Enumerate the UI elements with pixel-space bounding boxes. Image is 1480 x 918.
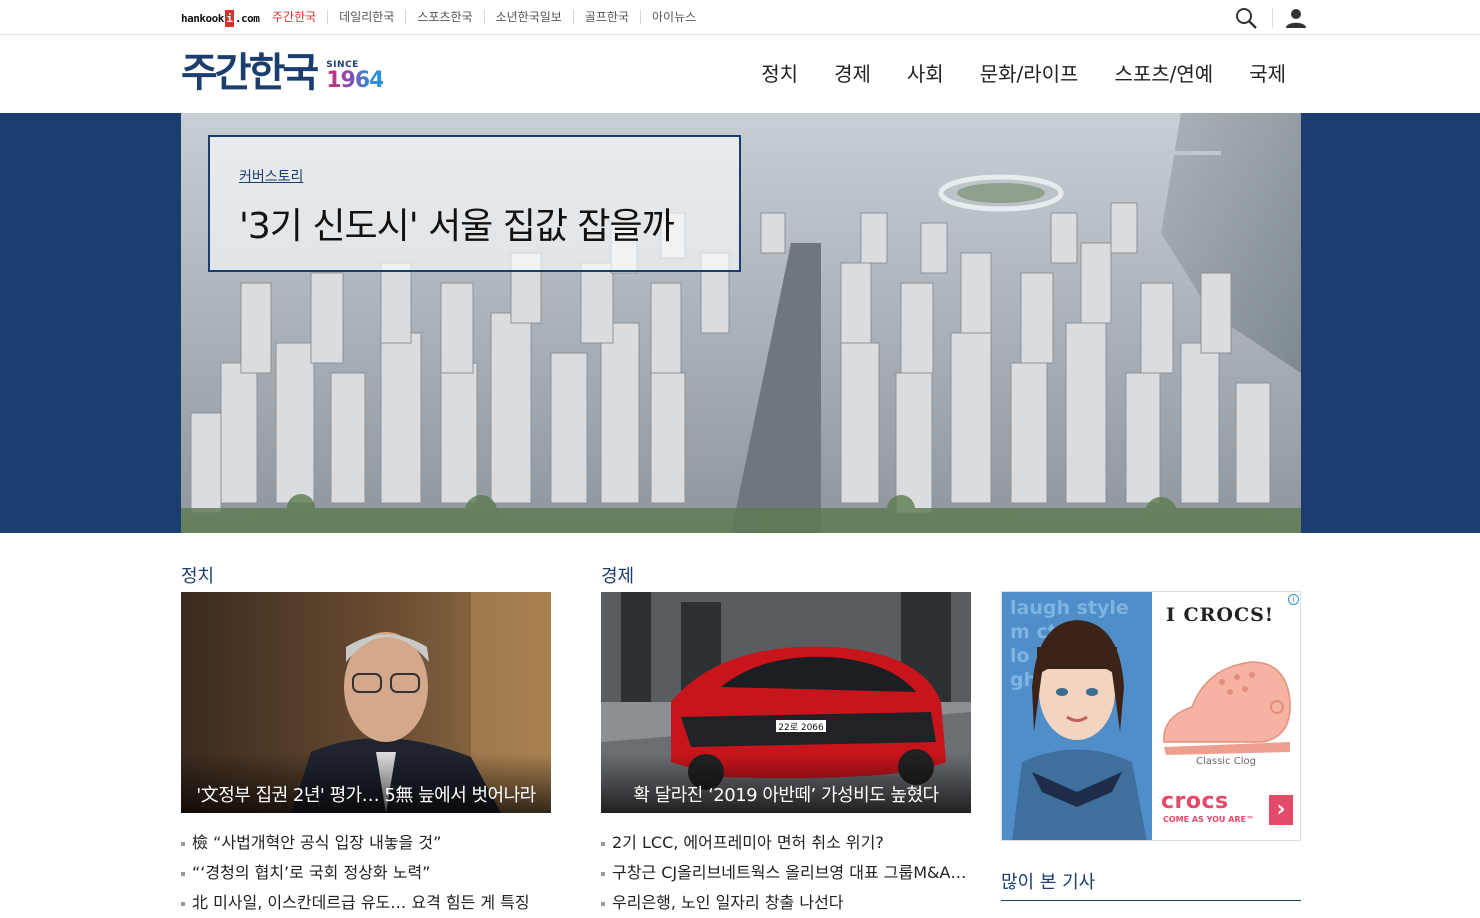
brand-name: 주간한국 (181, 50, 319, 96)
ad-slogan: COME AS YOU ARE™ (1163, 815, 1255, 824)
icon-divider (1272, 8, 1273, 28)
top-icons (1234, 6, 1307, 30)
ad-right-panel: I CROCS! Classic Clog crocs COME AS YOU … (1152, 592, 1300, 840)
hero-banner[interactable]: 커버스토리 '3기 신도시' 서울 집값 잡을까 (0, 113, 1480, 533)
logo-suffix: .com (234, 11, 260, 25)
since-year: 1964 (326, 68, 384, 93)
family-link-daily[interactable]: 데일리한국 (327, 10, 405, 24)
nav-international[interactable]: 국제 (1249, 58, 1286, 87)
main-nav: 정치 경제 사회 문화/라이프 스포츠/연예 국제 (725, 58, 1286, 87)
user-icon[interactable] (1285, 7, 1307, 29)
cover-story-headline[interactable]: '3기 신도시' 서울 집값 잡을까 (239, 197, 675, 249)
search-icon[interactable] (1234, 6, 1258, 30)
popular-divider (1001, 900, 1301, 901)
nav-economy[interactable]: 경제 (834, 58, 871, 87)
nav-politics[interactable]: 정치 (761, 58, 798, 87)
site-header: 주간한국 SINCE 1964 정치 경제 사회 문화/라이프 스포츠/연예 국… (0, 36, 1480, 113)
politics-lead-caption: '文정부 집권 2년' 평가… 5無 늪에서 벗어나라 (181, 753, 551, 813)
family-link-sports[interactable]: 스포츠한국 (405, 10, 483, 24)
economy-lead-caption: 확 달라진 ‘2019 아반떼’ 가성비도 높혔다 (601, 753, 971, 813)
crocs-advertisement[interactable]: laugh style m ct lo c gh I CROCS! (1001, 591, 1301, 841)
family-site-links: 주간한국 데일리한국 스포츠한국 소년한국일보 골프한국 아이뉴스 (261, 10, 707, 24)
ad-title: I CROCS! (1166, 604, 1275, 626)
cover-story-box[interactable]: 커버스토리 '3기 신도시' 서울 집값 잡을까 (208, 135, 741, 272)
family-link-weekly[interactable]: 주간한국 (261, 10, 327, 24)
politics-headline-list: 檢 “사법개혁안 공식 입장 내놓을 것” “‘경청의 협치’로 국회 정상화 … (181, 828, 551, 918)
section-title-politics[interactable]: 정치 (181, 562, 214, 588)
ad-info-icon[interactable]: i (1288, 594, 1299, 605)
car-plate: 22로 2066 (778, 723, 824, 733)
clog-shoe-image (1163, 661, 1291, 755)
economy-lead-card[interactable]: 22로 2066 확 달라진 ‘2019 아반떼’ 가성비도 높혔다 (601, 592, 971, 813)
family-link-kids[interactable]: 소년한국일보 (483, 10, 573, 24)
nav-sports[interactable]: 스포츠/연예 (1114, 58, 1213, 87)
list-item[interactable]: 北 미사일, 이스칸데르급 유도… 요격 힘든 게 특징 (181, 888, 551, 918)
ad-arrow-button[interactable]: › (1269, 795, 1293, 825)
list-item[interactable]: 구창근 CJ올리브네트웍스 올리브영 대표 그룹M&A 주도 (601, 858, 971, 888)
popular-articles-title: 많이 본 기사 (1001, 872, 1096, 893)
crocs-logo: crocs (1161, 789, 1229, 814)
list-item[interactable]: 檢 “사법개혁안 공식 입장 내놓을 것” (181, 828, 551, 858)
weekly-hankook-logo[interactable]: 주간한국 SINCE 1964 (181, 50, 384, 96)
section-title-economy[interactable]: 경제 (601, 562, 634, 588)
nav-culture[interactable]: 문화/라이프 (980, 58, 1079, 87)
family-link-golf[interactable]: 골프한국 (572, 10, 640, 24)
nav-society[interactable]: 사회 (907, 58, 944, 87)
logo-i-box: i (224, 9, 234, 27)
cover-story-kicker[interactable]: 커버스토리 (239, 166, 303, 186)
list-item[interactable]: 2기 LCC, 에어프레미아 면허 취소 위기? (601, 828, 971, 858)
list-item[interactable]: “‘경청의 협치’로 국회 정상화 노력” (181, 858, 551, 888)
logo-text: hankook (181, 11, 224, 25)
ad-model-name: Classic Clog (1196, 756, 1256, 767)
politics-lead-card[interactable]: '文정부 집권 2년' 평가… 5無 늪에서 벗어나라 (181, 592, 551, 813)
since-badge: SINCE 1964 (326, 60, 384, 93)
family-link-inews[interactable]: 아이뉴스 (640, 10, 707, 24)
list-item[interactable]: 우리은행, 노인 일자리 창출 나선다 (601, 888, 971, 918)
top-utility-bar: hankook i .com 주간한국 데일리한국 스포츠한국 소년한국일보 골프한… (0, 0, 1480, 35)
ad-left-panel: laugh style m ct lo c gh (1002, 592, 1152, 840)
economy-headline-list: 2기 LCC, 에어프레미아 면허 취소 위기? 구창근 CJ올리브네트웍스 올… (601, 828, 971, 918)
ad-model-photo (1012, 620, 1147, 840)
hankooki-logo[interactable]: hankook i .com (181, 8, 260, 28)
